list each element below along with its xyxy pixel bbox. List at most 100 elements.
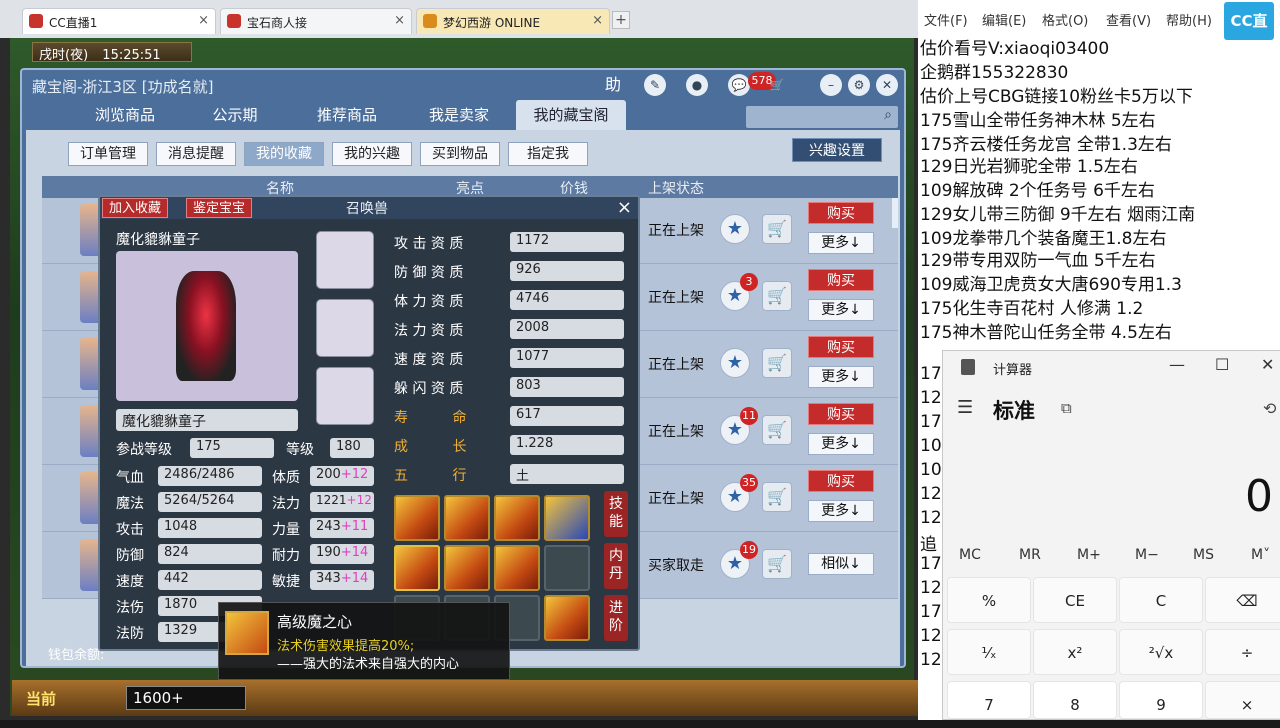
key-9[interactable]: 9 [1119,681,1203,719]
buy-button[interactable]: 购买 [808,269,874,291]
skill-icon[interactable] [444,545,490,591]
skill-icon[interactable] [544,495,590,541]
element-label: 五 行 [394,468,487,484]
cart-icon[interactable]: 🛒 [762,348,792,378]
my-favorites-button[interactable]: 我的收藏 [244,142,324,166]
tab-public[interactable]: 公示期 [180,100,290,130]
menu-edit[interactable]: 编辑(E) [982,10,1026,29]
menu-view[interactable]: 查看(V) [1106,10,1151,29]
minimize-icon[interactable]: – [820,74,842,96]
backspace-key[interactable]: ⌫ [1205,577,1280,623]
edit-icon[interactable]: ✎ [644,74,666,96]
cart-icon[interactable]: 🛒 [762,482,792,512]
divide-key[interactable]: ÷ [1205,629,1280,675]
equipment-slot-1[interactable] [316,231,374,289]
reciprocal-key[interactable]: ¹⁄ₓ [947,629,1031,675]
more-button[interactable]: 更多↓ [808,500,874,522]
browser-tab-cc[interactable]: CC直播1 × [22,8,216,34]
memory-subtract-button[interactable]: M− [1135,547,1159,563]
my-interest-button[interactable]: 我的兴趣 [332,142,412,166]
tab-my-cbg[interactable]: 我的藏宝阁 [516,100,626,130]
skill-icon[interactable] [394,495,440,541]
add-favorite-button[interactable]: 加入收藏 [102,198,169,218]
tab-seller[interactable]: 我是卖家 [404,100,514,130]
buy-button[interactable]: 购买 [808,336,874,358]
history-icon[interactable]: ⟲ [1263,399,1276,418]
new-tab-button[interactable]: + [612,11,630,29]
tab-advance[interactable]: 进阶 [604,595,628,641]
minimize-icon[interactable]: — [1169,355,1185,374]
chat-icon[interactable]: 💬 [728,74,750,96]
tab-skills[interactable]: 技能 [604,491,628,537]
buy-button[interactable]: 购买 [808,470,874,492]
memory-add-button[interactable]: M+ [1077,547,1101,563]
skill-icon[interactable] [494,495,540,541]
bought-items-button[interactable]: 买到物品 [420,142,500,166]
cart-icon[interactable]: 🛒 [762,281,792,311]
key-7[interactable]: 7 [947,681,1031,719]
memory-clear-button[interactable]: MC [959,547,981,563]
help-button[interactable]: 助 [602,74,624,96]
tab-browse[interactable]: 浏览商品 [70,100,180,130]
buy-button[interactable]: 购买 [808,403,874,425]
percent-key[interactable]: % [947,577,1031,623]
close-icon[interactable]: ✕ [1261,355,1274,374]
text-line-prefix: 12 [920,578,942,598]
more-button[interactable]: 更多↓ [808,232,874,254]
close-icon[interactable]: ✕ [876,74,898,96]
tab-inner-pill[interactable]: 内丹 [604,543,628,589]
chat-input[interactable]: 1600+ [126,686,246,710]
memory-recall-button[interactable]: MR [1019,547,1041,563]
close-tab-icon[interactable]: × [198,13,209,28]
clear-key[interactable]: C [1119,577,1203,623]
hamburger-menu-icon[interactable]: ☰ [957,397,973,418]
message-remind-button[interactable]: 消息提醒 [156,142,236,166]
equipment-slot-3[interactable] [316,367,374,425]
more-button[interactable]: 更多↓ [808,299,874,321]
attr-base: 243 [316,519,341,534]
skill-icon[interactable] [444,495,490,541]
record-icon[interactable]: ● [686,74,708,96]
square-key[interactable]: x² [1033,629,1117,675]
tab-recommend[interactable]: 推荐商品 [292,100,402,130]
assigned-me-button[interactable]: 指定我 [508,142,588,166]
memory-store-button[interactable]: MS [1193,547,1214,563]
order-manage-button[interactable]: 订单管理 [68,142,148,166]
more-button[interactable]: 更多↓ [808,366,874,388]
sqrt-key[interactable]: ²√x [1119,629,1203,675]
skill-icon[interactable] [544,595,590,641]
channel-current[interactable]: 当前 [26,688,56,709]
browser-tab-gem[interactable]: 宝石商人接 × [220,8,412,34]
keep-on-top-icon[interactable]: ⧉ [1061,399,1072,417]
equipment-slot-2[interactable] [316,299,374,357]
cart-icon[interactable]: 🛒 [762,214,792,244]
battle-level-value: 175 [190,438,274,458]
star-icon[interactable]: ★ [720,348,750,378]
skill-icon-selected[interactable] [394,545,440,591]
search-icon[interactable]: ⌕ [884,107,892,123]
menu-help[interactable]: 帮助(H) [1166,10,1212,29]
key-8[interactable]: 8 [1033,681,1117,719]
cart-icon[interactable]: 🛒 [762,415,792,445]
menu-format[interactable]: 格式(O) [1042,10,1088,29]
maximize-icon[interactable]: ☐ [1215,355,1229,374]
memory-dropdown-button[interactable]: M˅ [1251,547,1270,563]
settings-icon[interactable]: ⚙ [848,74,870,96]
browser-tab-mhxy[interactable]: 梦幻西游 ONLINE × [416,8,610,34]
star-icon[interactable]: ★ [720,214,750,244]
similar-button[interactable]: 相似↓ [808,553,874,575]
buy-button[interactable]: 购买 [808,202,874,224]
close-tab-icon[interactable]: × [592,13,603,28]
close-icon[interactable]: × [617,197,632,218]
search-input[interactable]: ⌕ [746,106,898,128]
clear-entry-key[interactable]: CE [1033,577,1117,623]
cart-icon[interactable]: 🛒 [762,549,792,579]
close-tab-icon[interactable]: × [394,13,405,28]
cart-icon[interactable]: 🛒 [766,74,788,96]
interest-settings-button[interactable]: 兴趣设置 [792,138,882,162]
multiply-key[interactable]: × [1205,681,1280,719]
menu-file[interactable]: 文件(F) [924,10,968,29]
skill-icon[interactable] [494,545,540,591]
more-button[interactable]: 更多↓ [808,433,874,455]
appraise-button[interactable]: 鉴定宝宝 [186,198,253,218]
